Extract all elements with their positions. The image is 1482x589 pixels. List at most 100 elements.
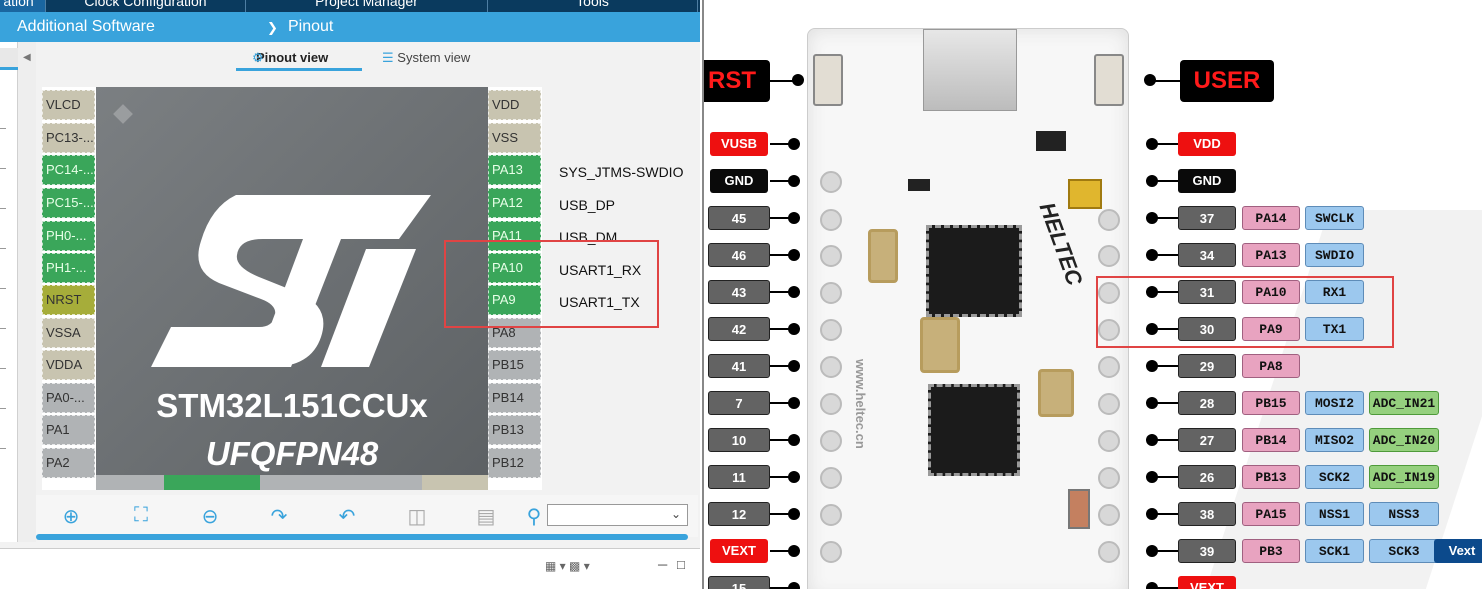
top-navigation: ation Clock Configuration Project Manage… <box>0 0 700 12</box>
search-icon[interactable]: ⚲ <box>522 504 546 528</box>
chip-icon: ⚙ <box>252 50 264 65</box>
bottom-pins-green[interactable] <box>164 475 260 490</box>
fit-to-screen-icon[interactable]: ⛶ <box>129 504 153 526</box>
right-pin-fn2: ADC_IN20 <box>1369 428 1439 452</box>
right-pin-fn2: SCK3 <box>1369 539 1439 563</box>
pin-connector-dot <box>788 286 800 298</box>
pin-vdda[interactable]: VDDA <box>42 350 95 380</box>
st-logo <box>151 195 431 367</box>
pin-pa13[interactable]: PA13 <box>488 155 541 185</box>
via-hole <box>1098 467 1120 489</box>
right-pin-fn1: SCK2 <box>1305 465 1364 489</box>
rotate-right-icon[interactable]: ↷ <box>267 504 291 528</box>
maximize-icon[interactable]: □ <box>677 557 685 572</box>
pin-pa1[interactable]: PA1 <box>42 415 95 445</box>
via-hole <box>1098 356 1120 378</box>
pin-pc14[interactable]: PC14-... <box>42 155 95 185</box>
pin-connector-line <box>1152 180 1180 182</box>
gear-icon[interactable] <box>0 48 18 70</box>
pin-pc13[interactable]: PC13-... <box>42 123 95 153</box>
flip-horizontal-icon[interactable]: ◫ <box>405 504 429 528</box>
right-pin-fn1: MISO2 <box>1305 428 1364 452</box>
pin-connector-dot <box>788 360 800 372</box>
pin-ph0[interactable]: PH0-... <box>42 221 95 251</box>
via-hole <box>820 245 842 267</box>
tab-clock-configuration[interactable]: Clock Configuration <box>46 0 246 12</box>
pin-pb15[interactable]: PB15 <box>488 350 541 380</box>
flip-vertical-icon[interactable]: ▤ <box>474 504 498 528</box>
pin-connector-dot <box>788 582 800 589</box>
pin-pb12[interactable]: PB12 <box>488 448 541 478</box>
reset-button-label: RST <box>704 60 770 102</box>
pin-connector-line <box>1152 402 1180 404</box>
right-pin-number: 28 <box>1178 391 1236 415</box>
right-pin-number: 39 <box>1178 539 1236 563</box>
tab-system-view[interactable]: ☰ System view <box>382 47 470 66</box>
right-pin-number: 27 <box>1178 428 1236 452</box>
bottom-pins-power[interactable] <box>422 475 488 490</box>
chip-package: UFQFPN48 <box>205 435 379 472</box>
via-hole <box>820 430 842 452</box>
minimize-icon[interactable]: ─ <box>658 557 667 572</box>
pin-pb13[interactable]: PB13 <box>488 415 541 445</box>
right-pin-number: VDD <box>1178 132 1236 156</box>
horizontal-scrollbar[interactable] <box>36 534 688 540</box>
sub-menu-bar: Additional Software ❯ Pinout <box>0 12 700 42</box>
right-pin-fn1: SWCLK <box>1305 206 1364 230</box>
reset-switch[interactable] <box>813 54 843 106</box>
chevron-down-icon[interactable]: ⌄ <box>671 507 681 521</box>
pin-connector-line <box>1152 254 1180 256</box>
mcu-chip <box>926 225 1022 317</box>
chip-part-number: STM32L151CCUx <box>156 387 428 424</box>
pin-pa0[interactable]: PA0-... <box>42 383 95 413</box>
tab-pinout-view[interactable]: ⚙ Pinout view <box>236 47 362 71</box>
pin-vdd[interactable]: VDD <box>488 90 541 120</box>
pinout-menu[interactable]: Pinout <box>288 18 333 36</box>
pin-pc15[interactable]: PC15-... <box>42 188 95 218</box>
left-pin-label: 43 <box>708 280 770 304</box>
pin-nrst[interactable]: NRST <box>42 285 95 315</box>
left-pin-label: VEXT <box>710 539 768 563</box>
tab-pinout-config[interactable]: ation <box>0 0 46 12</box>
highlight-box-uart-pins <box>1096 276 1394 348</box>
collapse-arrow-icon[interactable]: ◀ <box>23 52 31 63</box>
pin-ph1[interactable]: PH1-... <box>42 253 95 283</box>
gutter-tick <box>0 288 6 289</box>
pin-pa12[interactable]: PA12 <box>488 188 541 218</box>
right-pin-fn2: NSS3 <box>1369 502 1439 526</box>
right-pin-port: PA14 <box>1242 206 1300 230</box>
panel-toolbar-icons[interactable]: ▦ ▾ ▩ ▾ <box>545 559 590 573</box>
via-hole <box>1098 504 1120 526</box>
right-pin-fn1: SCK1 <box>1305 539 1364 563</box>
list-icon: ☰ <box>382 50 394 65</box>
pin-connector-line <box>1152 550 1180 552</box>
left-pin-label: VUSB <box>710 132 768 156</box>
tab-project-manager[interactable]: Project Manager <box>246 0 488 12</box>
pin-vss[interactable]: VSS <box>488 123 541 153</box>
left-pin-label: 41 <box>708 354 770 378</box>
pin-pb14[interactable]: PB14 <box>488 383 541 413</box>
additional-software-menu[interactable]: Additional Software <box>17 18 155 36</box>
right-pin-fn1: MOSI2 <box>1305 391 1364 415</box>
chip-body: STM32L151CCUx UFQFPN48 <box>96 87 488 490</box>
via-hole <box>820 541 842 563</box>
rotate-left-icon[interactable]: ↶ <box>335 504 359 528</box>
collapse-strip[interactable]: ◀ <box>18 42 36 542</box>
pin-vlcd[interactable]: VLCD <box>42 90 95 120</box>
pin-vssa[interactable]: VSSA <box>42 318 95 348</box>
right-pin-number: VEXT <box>1178 576 1236 589</box>
tab-tools[interactable]: Tools <box>488 0 698 12</box>
user-button-label: USER <box>1180 60 1274 102</box>
gutter-tick <box>0 128 6 129</box>
pin-pa2[interactable]: PA2 <box>42 448 95 478</box>
gutter-tick <box>0 248 6 249</box>
chevron-down-icon[interactable]: ❯ <box>267 20 278 36</box>
via-hole <box>820 467 842 489</box>
right-pin-number: 29 <box>1178 354 1236 378</box>
gutter-tick <box>0 448 6 449</box>
user-switch[interactable] <box>1094 54 1124 106</box>
zoom-out-icon[interactable]: ⊖ <box>198 504 222 528</box>
zoom-in-icon[interactable]: ⊕ <box>59 504 83 528</box>
pin-search-combo[interactable]: ⌄ <box>547 504 688 526</box>
via-hole <box>820 504 842 526</box>
